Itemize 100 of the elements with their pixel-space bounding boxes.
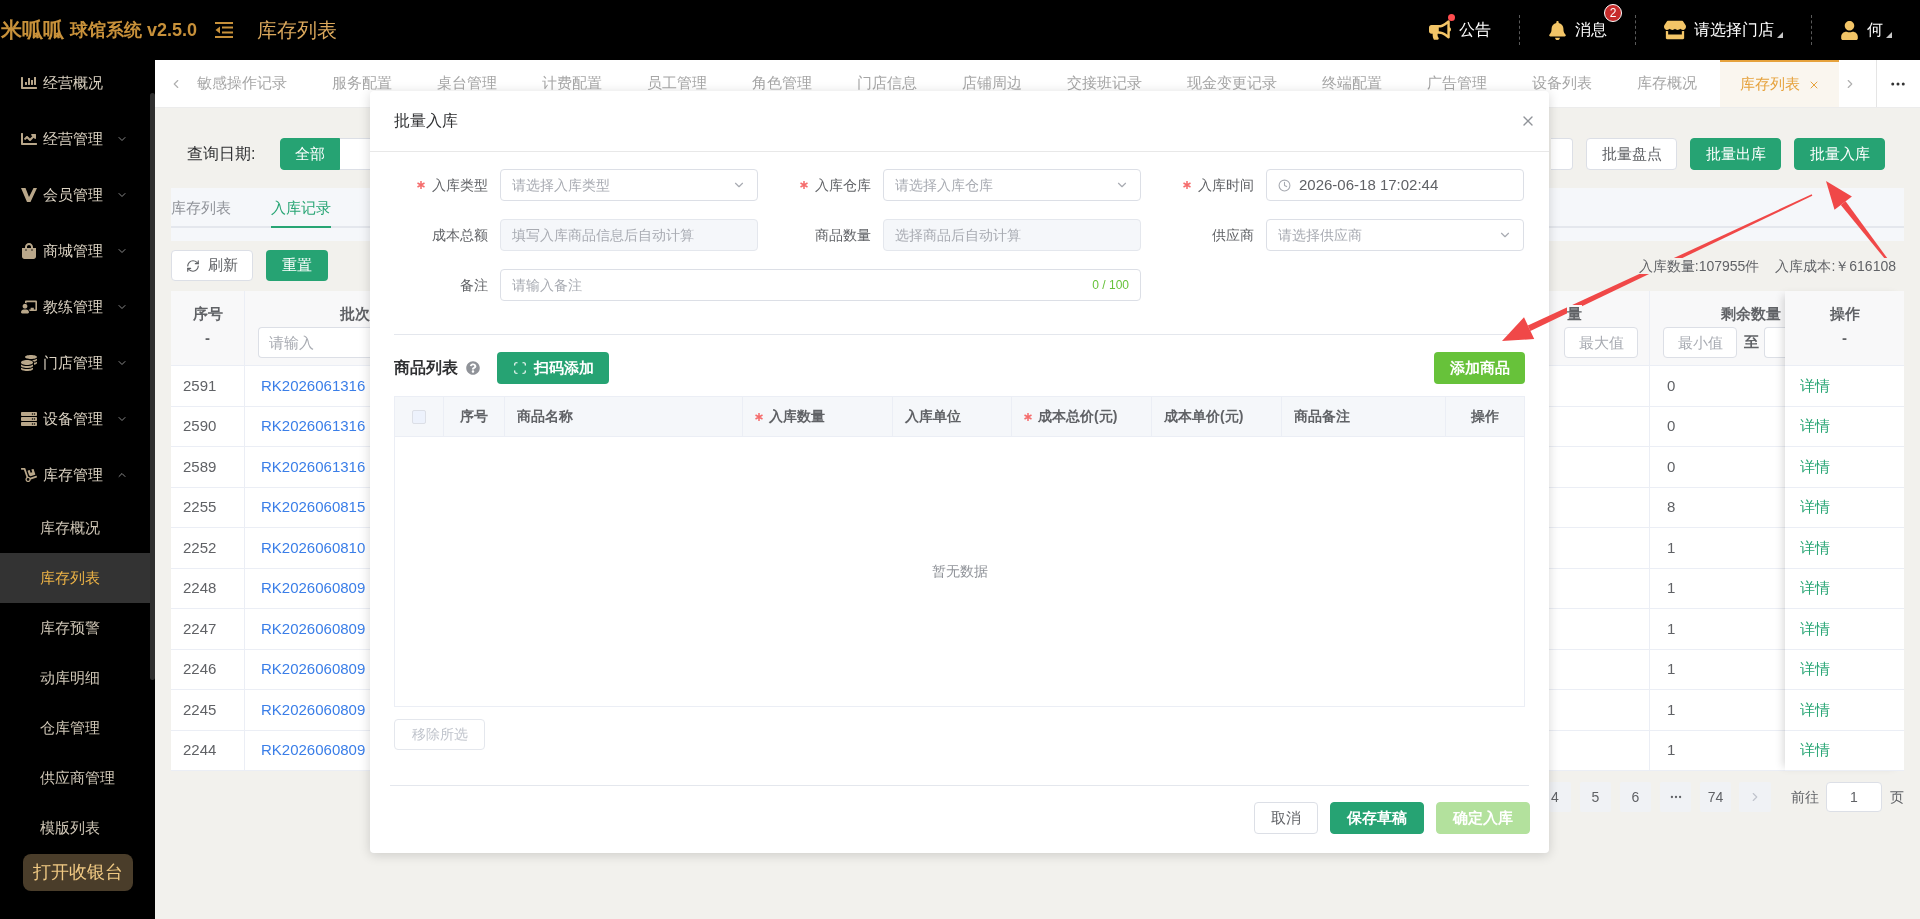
header-action[interactable]: 何: [1812, 0, 1920, 60]
sidebar-subitem[interactable]: 动库明细: [0, 653, 150, 703]
toolbar-button[interactable]: 批量入库: [1794, 138, 1885, 170]
column-header: 入库单位: [905, 407, 961, 426]
toolbar-button[interactable]: [1551, 138, 1573, 170]
help-icon[interactable]: [466, 361, 480, 375]
scan-add-button[interactable]: 扫码添加: [497, 352, 609, 384]
text-field[interactable]: 选择商品后自动计算: [883, 219, 1141, 251]
page-tab[interactable]: 库存概况: [1614, 60, 1720, 107]
batch-link[interactable]: RK2026060810: [261, 536, 366, 559]
sidebar-item[interactable]: 教练管理: [0, 279, 150, 335]
select-field[interactable]: 请选择供应商: [1266, 219, 1524, 251]
refresh-icon: [186, 258, 200, 273]
page-tab[interactable]: 店铺周边: [939, 60, 1045, 107]
batch-link[interactable]: RK2026061316: [261, 415, 366, 438]
toolbar-button[interactable]: 批量出库: [1690, 138, 1781, 170]
next-page-button[interactable]: [1739, 782, 1771, 812]
page-tab[interactable]: 广告管理: [1404, 60, 1510, 107]
page-button[interactable]: 6: [1620, 782, 1651, 812]
batch-link[interactable]: RK2026060809: [261, 658, 366, 681]
refresh-button[interactable]: 刷新: [171, 250, 253, 281]
date-option-button[interactable]: [340, 138, 372, 170]
text-field[interactable]: 请输入备注 0 / 100: [500, 269, 1141, 301]
column-header: 批次: [340, 305, 370, 323]
sidebar-subitem[interactable]: 模版列表: [0, 803, 150, 853]
max-value-field[interactable]: 最大值: [1564, 327, 1638, 358]
page-tab[interactable]: 角色管理: [729, 60, 835, 107]
record-tab[interactable]: 入库记录: [251, 188, 351, 228]
sidebar-item[interactable]: 库存管理: [0, 447, 150, 503]
date-time-field[interactable]: 2026-06-18 17:02:44: [1266, 169, 1524, 201]
select-field[interactable]: 请选择入库类型: [500, 169, 758, 201]
sidebar-subitem[interactable]: 仓库管理: [0, 703, 150, 753]
page-tab[interactable]: 现金变更记录: [1164, 60, 1300, 107]
batch-link[interactable]: RK2026061316: [261, 374, 366, 397]
menu-icon[interactable]: [215, 22, 234, 38]
page-tab[interactable]: 服务配置: [309, 60, 415, 107]
column-header: 序号: [192, 305, 223, 323]
details-link[interactable]: 详情: [1800, 577, 1830, 600]
page-button[interactable]: 4: [1549, 782, 1571, 812]
batch-link[interactable]: RK2026060809: [261, 698, 366, 721]
page-tab[interactable]: 交接班记录: [1044, 60, 1165, 107]
batch-link[interactable]: RK2026061316: [261, 455, 366, 478]
select-field[interactable]: 请选择入库仓库: [883, 169, 1141, 201]
page-tab[interactable]: 计费配置: [519, 60, 625, 107]
table-cell-text: 0: [1667, 416, 1676, 436]
dialog-button[interactable]: 取消: [1254, 802, 1318, 834]
details-link[interactable]: 详情: [1800, 658, 1830, 681]
sidebar-subitem[interactable]: 库存列表: [0, 553, 150, 603]
page-button[interactable]: 74: [1700, 782, 1731, 812]
record-tab[interactable]: 库存列表: [171, 188, 251, 228]
details-link[interactable]: 详情: [1800, 374, 1830, 397]
page-button[interactable]: 5: [1580, 782, 1611, 812]
sidebar-item[interactable]: 经营概况: [0, 60, 150, 111]
reset-button[interactable]: 重置: [266, 250, 328, 281]
batch-link[interactable]: RK2026060809: [261, 617, 366, 640]
select-all-checkbox[interactable]: [412, 409, 426, 424]
sidebar-item[interactable]: 门店管理: [0, 335, 150, 391]
max-value-field[interactable]: [1764, 327, 1785, 358]
add-goods-button[interactable]: 添加商品: [1434, 352, 1525, 384]
bell-icon: [1548, 20, 1567, 40]
text-field[interactable]: 填写入库商品信息后自动计算: [500, 219, 758, 251]
details-link[interactable]: 详情: [1800, 536, 1830, 559]
batch-link[interactable]: RK2026060809: [261, 739, 366, 762]
app-name: 球馆系统 v2.5.0: [70, 18, 198, 42]
sidebar-subitem[interactable]: 库存预警: [0, 603, 150, 653]
cashier-button[interactable]: 打开收银台: [23, 854, 133, 891]
page-tab[interactable]: 门店信息: [834, 60, 940, 107]
sidebar-item[interactable]: 经营管理: [0, 111, 150, 167]
date-option-button[interactable]: 全部: [280, 138, 341, 170]
page-tab[interactable]: 库存列表: [1719, 60, 1839, 107]
sidebar-subitem[interactable]: 库存概况: [0, 503, 150, 553]
header-action[interactable]: 公告: [1401, 0, 1519, 60]
min-value-field[interactable]: 最小值: [1663, 327, 1737, 358]
sidebar-item[interactable]: 会员管理: [0, 167, 150, 223]
details-link[interactable]: 详情: [1800, 617, 1830, 640]
sidebar-subitem[interactable]: 供应商管理: [0, 753, 150, 803]
page-tab[interactable]: 桌台管理: [414, 60, 520, 107]
batch-link[interactable]: RK2026060809: [261, 577, 366, 600]
page-suffix: 页: [1890, 787, 1904, 807]
details-link[interactable]: 详情: [1800, 739, 1830, 762]
header-action[interactable]: 请选择门店: [1636, 0, 1811, 60]
filter-input[interactable]: 请输入: [258, 327, 370, 358]
header-action[interactable]: 消息 2: [1520, 0, 1635, 60]
page-tab[interactable]: 敏感操作记录: [186, 60, 310, 107]
details-link[interactable]: 详情: [1800, 455, 1830, 478]
sidebar-item[interactable]: 设备管理: [0, 391, 150, 447]
page-tab[interactable]: 终端配置: [1299, 60, 1405, 107]
dialog-title: 批量入库: [394, 111, 458, 131]
details-link[interactable]: 详情: [1800, 496, 1830, 519]
storefront-icon: [1664, 19, 1686, 41]
details-link[interactable]: 详情: [1800, 415, 1830, 438]
batch-link[interactable]: RK2026060815: [261, 496, 366, 519]
details-link[interactable]: 详情: [1800, 698, 1830, 721]
page-tab[interactable]: 设备列表: [1509, 60, 1615, 107]
page-tab[interactable]: 员工管理: [624, 60, 730, 107]
sidebar-item[interactable]: 商城管理: [0, 223, 150, 279]
more-pages-button[interactable]: [1660, 782, 1691, 812]
toolbar-button[interactable]: 批量盘点: [1586, 138, 1677, 170]
page-input[interactable]: 1: [1826, 782, 1882, 812]
dialog-button[interactable]: 保存草稿: [1330, 802, 1424, 834]
